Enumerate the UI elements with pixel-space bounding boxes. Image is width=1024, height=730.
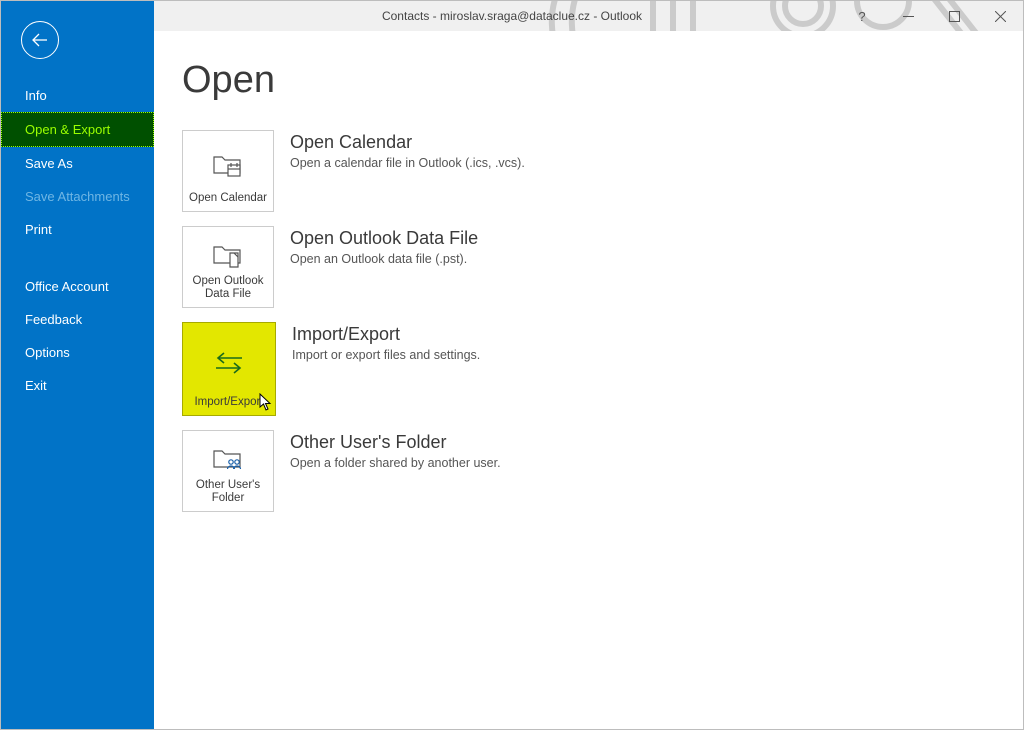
sidebar-item-feedback[interactable]: Feedback <box>1 303 154 336</box>
tile-label: Other User's Folder <box>188 479 268 505</box>
backstage-sidebar: Info Open & Export Save As Save Attachme… <box>1 1 154 729</box>
page-title: Open <box>182 59 995 102</box>
help-button[interactable]: ? <box>839 1 885 31</box>
option-open-calendar: Open Calendar Open Calendar Open a calen… <box>182 130 995 212</box>
sidebar-item-options[interactable]: Options <box>1 336 154 369</box>
main-content: Open Open Calendar Open Calendar Open a … <box>154 31 1023 729</box>
shared-folder-icon <box>212 431 244 479</box>
sidebar-item-label: Print <box>25 222 52 237</box>
tile-import-export[interactable]: Import/Export <box>182 322 276 416</box>
option-import-export: Import/Export Import/Export Import or ex… <box>182 322 995 416</box>
sidebar-item-label: Save As <box>25 156 73 171</box>
sidebar-item-exit[interactable]: Exit <box>1 369 154 402</box>
window-controls: ? <box>839 1 1023 31</box>
calendar-folder-icon <box>212 131 244 192</box>
sidebar-item-open-export[interactable]: Open & Export <box>1 112 154 147</box>
window-title: Contacts - miroslav.sraga@dataclue.cz - … <box>382 9 642 23</box>
option-title: Import/Export <box>292 324 480 345</box>
sidebar-item-save-attachments: Save Attachments <box>1 180 154 213</box>
import-export-icon <box>212 323 246 396</box>
tile-open-data-file[interactable]: Open Outlook Data File <box>182 226 274 308</box>
option-title: Other User's Folder <box>290 432 501 453</box>
sidebar-item-label: Info <box>25 88 47 103</box>
option-description: Open Outlook Data File Open an Outlook d… <box>290 226 478 266</box>
sidebar-item-label: Open & Export <box>25 122 110 137</box>
option-description: Import/Export Import or export files and… <box>292 322 480 362</box>
sidebar-item-label: Exit <box>25 378 47 393</box>
sidebar-item-office-account[interactable]: Office Account <box>1 270 154 303</box>
sidebar-item-label: Feedback <box>25 312 82 327</box>
tile-label: Open Outlook Data File <box>188 275 268 301</box>
option-subtitle: Open an Outlook data file (.pst). <box>290 252 478 266</box>
close-button[interactable] <box>977 1 1023 31</box>
option-description: Open Calendar Open a calendar file in Ou… <box>290 130 525 170</box>
option-open-data-file: Open Outlook Data File Open Outlook Data… <box>182 226 995 308</box>
maximize-button[interactable] <box>931 1 977 31</box>
sidebar-item-label: Save Attachments <box>25 189 130 204</box>
sidebar-item-save-as[interactable]: Save As <box>1 147 154 180</box>
minimize-button[interactable] <box>885 1 931 31</box>
tile-label: Open Calendar <box>189 192 267 205</box>
title-bar: Contacts - miroslav.sraga@dataclue.cz - … <box>1 1 1023 31</box>
tile-other-users-folder[interactable]: Other User's Folder <box>182 430 274 512</box>
option-subtitle: Open a calendar file in Outlook (.ics, .… <box>290 156 525 170</box>
sidebar-item-label: Office Account <box>25 279 109 294</box>
tile-open-calendar[interactable]: Open Calendar <box>182 130 274 212</box>
option-subtitle: Import or export files and settings. <box>292 348 480 362</box>
option-other-users-folder: Other User's Folder Other User's Folder … <box>182 430 995 512</box>
sidebar-item-info[interactable]: Info <box>1 79 154 112</box>
tile-label: Import/Export <box>194 396 263 409</box>
option-title: Open Calendar <box>290 132 525 153</box>
option-subtitle: Open a folder shared by another user. <box>290 456 501 470</box>
data-file-icon <box>212 227 244 275</box>
option-title: Open Outlook Data File <box>290 228 478 249</box>
sidebar-item-label: Options <box>25 345 70 360</box>
option-description: Other User's Folder Open a folder shared… <box>290 430 501 470</box>
sidebar-item-print[interactable]: Print <box>1 213 154 246</box>
